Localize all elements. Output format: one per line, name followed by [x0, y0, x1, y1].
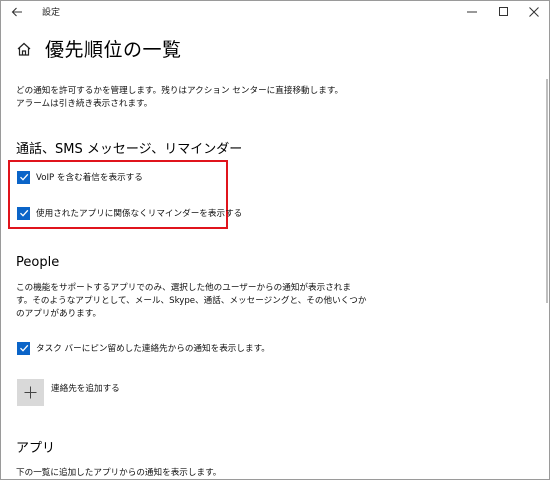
apps-section-title: アプリ [16, 441, 56, 456]
voip-checkbox[interactable] [17, 170, 30, 184]
settings-window: 設定 優先順位の一覧 どの通知を許可するかを管理します。残りはアクション センタ… [0, 0, 550, 480]
voip-checkbox-row[interactable]: VoIP を含む着信を表示する [17, 169, 143, 185]
calls-section-title: 通話、SMS メッセージ、リマインダー [16, 142, 243, 157]
people-section-title: People [16, 255, 60, 270]
minimize-icon [467, 11, 477, 13]
add-contact-button[interactable] [17, 379, 44, 406]
maximize-button[interactable] [489, 1, 519, 23]
intro-text: どの通知を許可するかを管理します。残りはアクション センターに直接移動します。 … [16, 85, 536, 111]
intro-line-2: アラームは引き続き表示されます。 [16, 99, 153, 109]
plus-icon [24, 386, 37, 399]
people-desc-line-3: のアプリがあります。 [16, 309, 102, 319]
taskbar-label: タスク バーにピン留めした連絡先からの通知を表示します。 [36, 344, 270, 354]
people-desc-line-1: この機能をサポートするアプリでのみ、選択した他のユーザーからの通知が表示されま [16, 283, 351, 293]
close-button[interactable] [519, 1, 549, 23]
reminders-checkbox[interactable] [17, 206, 30, 220]
page-title: 優先順位の一覧 [45, 39, 182, 61]
home-icon[interactable] [16, 41, 32, 57]
checkmark-icon [19, 173, 28, 181]
app-title: 設定 [42, 8, 61, 18]
reminders-checkbox-row[interactable]: 使用されたアプリに関係なくリマインダーを表示する [17, 205, 242, 221]
checkmark-icon [19, 209, 28, 217]
intro-line-1: どの通知を許可するかを管理します。残りはアクション センターに直接移動します。 [16, 86, 344, 96]
reminders-label: 使用されたアプリに関係なくリマインダーを表示する [36, 209, 243, 219]
people-description: この機能をサポートするアプリでのみ、選択した他のユーザーからの通知が表示されま … [16, 282, 536, 321]
title-bar: 設定 [1, 1, 549, 23]
people-desc-line-2: す。そのようなアプリとして、メール、Skype、通話、メッセージングと、その他い… [16, 296, 367, 306]
apps-description: 下の一覧に追加したアプリからの通知を表示します。 [16, 468, 222, 478]
scrollbar[interactable] [546, 79, 548, 303]
taskbar-checkbox[interactable] [17, 341, 30, 355]
checkmark-icon [19, 344, 28, 352]
arrow-left-icon [11, 7, 22, 17]
close-icon [529, 7, 539, 17]
back-button[interactable] [7, 3, 27, 21]
add-contact-label[interactable]: 連絡先を追加する [51, 382, 120, 394]
maximize-icon [499, 7, 508, 16]
voip-label: VoIP を含む着信を表示する [36, 173, 143, 183]
taskbar-checkbox-row[interactable]: タスク バーにピン留めした連絡先からの通知を表示します。 [17, 340, 270, 356]
minimize-button[interactable] [457, 1, 487, 23]
